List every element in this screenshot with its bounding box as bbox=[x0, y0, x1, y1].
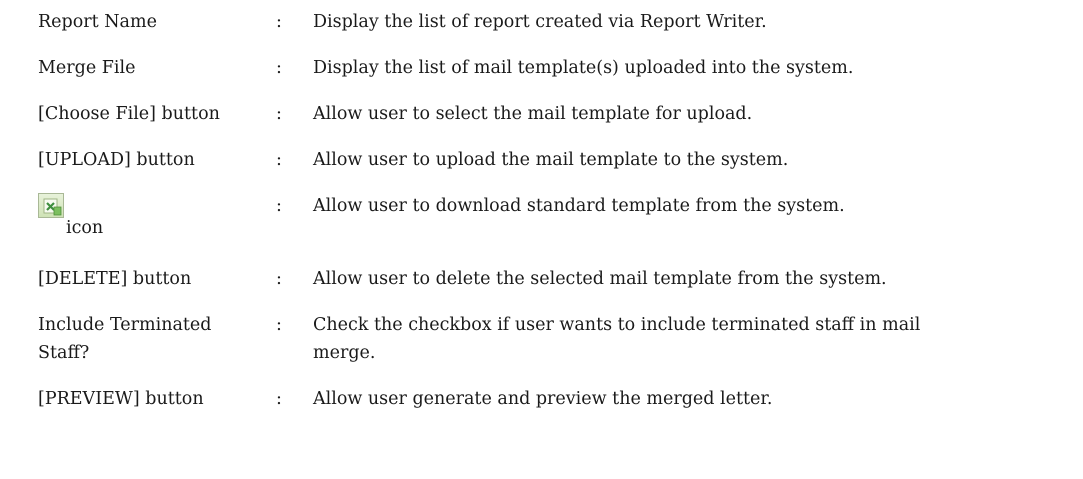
term-label: [Choose File] button bbox=[38, 104, 220, 124]
term-description: Allow user to download standard template… bbox=[313, 196, 845, 216]
colon-separator: : bbox=[276, 150, 282, 170]
colon-separator: : bbox=[276, 104, 282, 124]
term-label: Include Terminated Staff? bbox=[38, 311, 268, 367]
download-template-icon-graphic bbox=[43, 198, 62, 216]
term-description: Display the list of report created via R… bbox=[313, 12, 767, 32]
colon-separator: : bbox=[276, 315, 282, 335]
term-description: Allow user to select the mail template f… bbox=[313, 104, 753, 124]
term-description-line-1: Check the checkbox if user wants to incl… bbox=[313, 315, 921, 335]
term-description: Display the list of mail template(s) upl… bbox=[313, 58, 854, 78]
term-description-line-2: merge. bbox=[313, 343, 376, 363]
colon-separator: : bbox=[276, 196, 282, 216]
icon-label: icon bbox=[66, 218, 104, 238]
colon-separator: : bbox=[276, 12, 282, 32]
term-label-line-1: Include Terminated bbox=[38, 315, 212, 335]
term-description: Allow user to upload the mail template t… bbox=[313, 150, 789, 170]
row-download-template-icon: icon : Allow user to download standard t… bbox=[0, 192, 1083, 248]
term-description: Allow user generate and preview the merg… bbox=[313, 389, 773, 409]
term-label-line-2: Staff? bbox=[38, 343, 90, 363]
term-label: [PREVIEW] button bbox=[38, 389, 204, 409]
colon-separator: : bbox=[276, 58, 282, 78]
term-label: Merge File bbox=[38, 58, 136, 78]
field-description-list: Report Name : Display the list of report… bbox=[0, 0, 1083, 479]
term-label: [DELETE] button bbox=[38, 269, 192, 289]
download-template-icon bbox=[38, 193, 64, 218]
colon-separator: : bbox=[276, 389, 282, 409]
term-label: [UPLOAD] button bbox=[38, 150, 195, 170]
term-description: Check the checkbox if user wants to incl… bbox=[313, 311, 1073, 367]
term-label: Report Name bbox=[38, 12, 157, 32]
colon-separator: : bbox=[276, 269, 282, 289]
term-label: icon bbox=[38, 192, 268, 248]
term-description: Allow user to delete the selected mail t… bbox=[313, 269, 887, 289]
